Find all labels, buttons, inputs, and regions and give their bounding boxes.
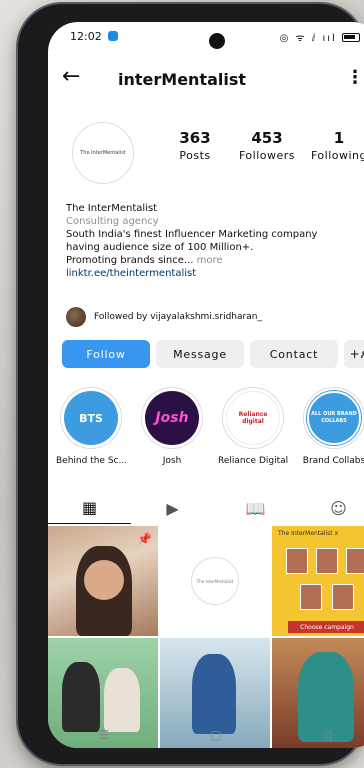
- contact-button[interactable]: Contact: [250, 340, 338, 368]
- highlight-label: Brand Collabs: [302, 456, 364, 466]
- highlight-label: Behind the Sc...: [56, 456, 126, 466]
- poster-cta: Choose campaign: [288, 621, 364, 633]
- following-label: Following: [310, 149, 364, 162]
- highlight-cover: ALL OUR BRAND COLLABS: [307, 391, 361, 445]
- profile-name: The InterMentalist: [66, 203, 158, 214]
- highlight-cover: Reliance digital: [226, 391, 280, 445]
- highlight-label: Josh: [162, 456, 182, 466]
- profile-username: interMentalist: [118, 70, 247, 89]
- notification-icon: [108, 31, 118, 41]
- pin-icon: 📌: [137, 532, 152, 546]
- highlight-cover: Josh: [145, 391, 199, 445]
- highlight-ring: Reliance digital: [222, 387, 284, 449]
- followers-stat[interactable]: 453 Followers: [230, 129, 304, 162]
- highlight-ring: Josh: [141, 387, 203, 449]
- profile-tabs: ▦ ▶ 📖 ☺: [48, 492, 364, 524]
- status-indicators: ◎ ᯤ ⅈ ııl: [279, 33, 337, 44]
- kebab-icon[interactable]: ⋮: [346, 67, 364, 88]
- menu-icon[interactable]: ☰: [98, 728, 109, 742]
- bio-link[interactable]: linktr.ee/theintermentalist: [66, 267, 364, 280]
- poster-photo: [332, 584, 354, 610]
- logo-circle: The InterMentalist: [191, 557, 239, 605]
- posts-label: Posts: [179, 149, 211, 162]
- add-person-icon[interactable]: +ዖ: [344, 340, 364, 368]
- highlight-brand-collabs[interactable]: ALL OUR BRAND COLLABS Brand Collabs: [299, 387, 364, 466]
- follow-button[interactable]: Follow: [62, 340, 150, 368]
- highlight-ring: BTS: [60, 387, 122, 449]
- tagged-icon[interactable]: ☺: [297, 492, 364, 524]
- highlight-josh[interactable]: Josh Josh: [137, 387, 207, 466]
- highlight-cover: BTS: [64, 391, 118, 445]
- bio-line-2: having audience size of 100 Million+.: [66, 242, 254, 253]
- followers-label: Followers: [238, 149, 296, 162]
- post-thumbnail[interactable]: 📌: [48, 526, 158, 636]
- following-stat[interactable]: 1 Following: [304, 129, 364, 162]
- post-thumbnail[interactable]: The InterMentalist: [160, 526, 270, 636]
- poster-photo: [286, 548, 308, 574]
- followers-count: 453: [251, 129, 283, 147]
- arrow-left-icon[interactable]: ←: [62, 66, 80, 88]
- status-time: 12:02: [70, 30, 102, 43]
- bio-line-3: Promoting brands since...: [66, 255, 194, 266]
- posts-count: 363: [179, 129, 211, 147]
- profile-category: Consulting agency: [66, 216, 159, 227]
- poster-photo: [346, 548, 364, 574]
- highlight-ring: ALL OUR BRAND COLLABS: [303, 387, 364, 449]
- avatar-text: The InterMentalist: [80, 150, 126, 156]
- highlight-reliance[interactable]: Reliance digital Reliance Digital: [218, 387, 288, 466]
- highlight-bts[interactable]: BTS Behind the Sc...: [56, 387, 126, 466]
- system-nav-bar: ☰ □ ◁: [48, 722, 364, 748]
- posts-stat[interactable]: 363 Posts: [160, 129, 230, 162]
- profile-header: ← interMentalist ⋮: [48, 62, 364, 96]
- battery-icon: [342, 33, 360, 42]
- poster-photo: [300, 584, 322, 610]
- phone-frame: 12:02 ◎ ᯤ ⅈ ııl ← interMentalist ⋮ The I…: [18, 4, 364, 764]
- status-icons: ◎ ᯤ ⅈ ııl: [280, 30, 360, 44]
- reels-icon[interactable]: ▶: [131, 492, 214, 524]
- profile-avatar[interactable]: The InterMentalist: [72, 122, 134, 184]
- face-shape: [84, 560, 124, 600]
- following-count: 1: [333, 129, 345, 147]
- bio-line-1: South India's finest Influencer Marketin…: [66, 229, 318, 240]
- poster-title: The InterMentalist x: [278, 530, 339, 537]
- home-icon[interactable]: □: [210, 728, 221, 742]
- bio-more-link[interactable]: more: [197, 255, 223, 266]
- profile-bio: The InterMentalist Consulting agency Sou…: [66, 202, 364, 280]
- followed-by-text: Followed by vijayalakshmi.sridharan_: [94, 312, 262, 322]
- guides-icon[interactable]: 📖: [214, 492, 297, 524]
- back-triangle-icon[interactable]: ◁: [322, 728, 331, 742]
- poster-photo: [316, 548, 338, 574]
- message-button[interactable]: Message: [156, 340, 244, 368]
- front-camera: [209, 33, 225, 49]
- grid-icon[interactable]: ▦: [48, 492, 131, 524]
- followed-by[interactable]: Followed by vijayalakshmi.sridharan_: [66, 307, 364, 327]
- posts-grid: 📌 The InterMentalist The InterMentalist …: [48, 526, 364, 748]
- phone-screen: 12:02 ◎ ᯤ ⅈ ııl ← interMentalist ⋮ The I…: [48, 22, 364, 748]
- highlight-label: Reliance Digital: [218, 456, 288, 466]
- post-thumbnail[interactable]: The InterMentalist x Choose campaign: [272, 526, 364, 636]
- status-bar: 12:02 ◎ ᯤ ⅈ ııl: [48, 22, 364, 50]
- follower-avatar: [66, 307, 86, 327]
